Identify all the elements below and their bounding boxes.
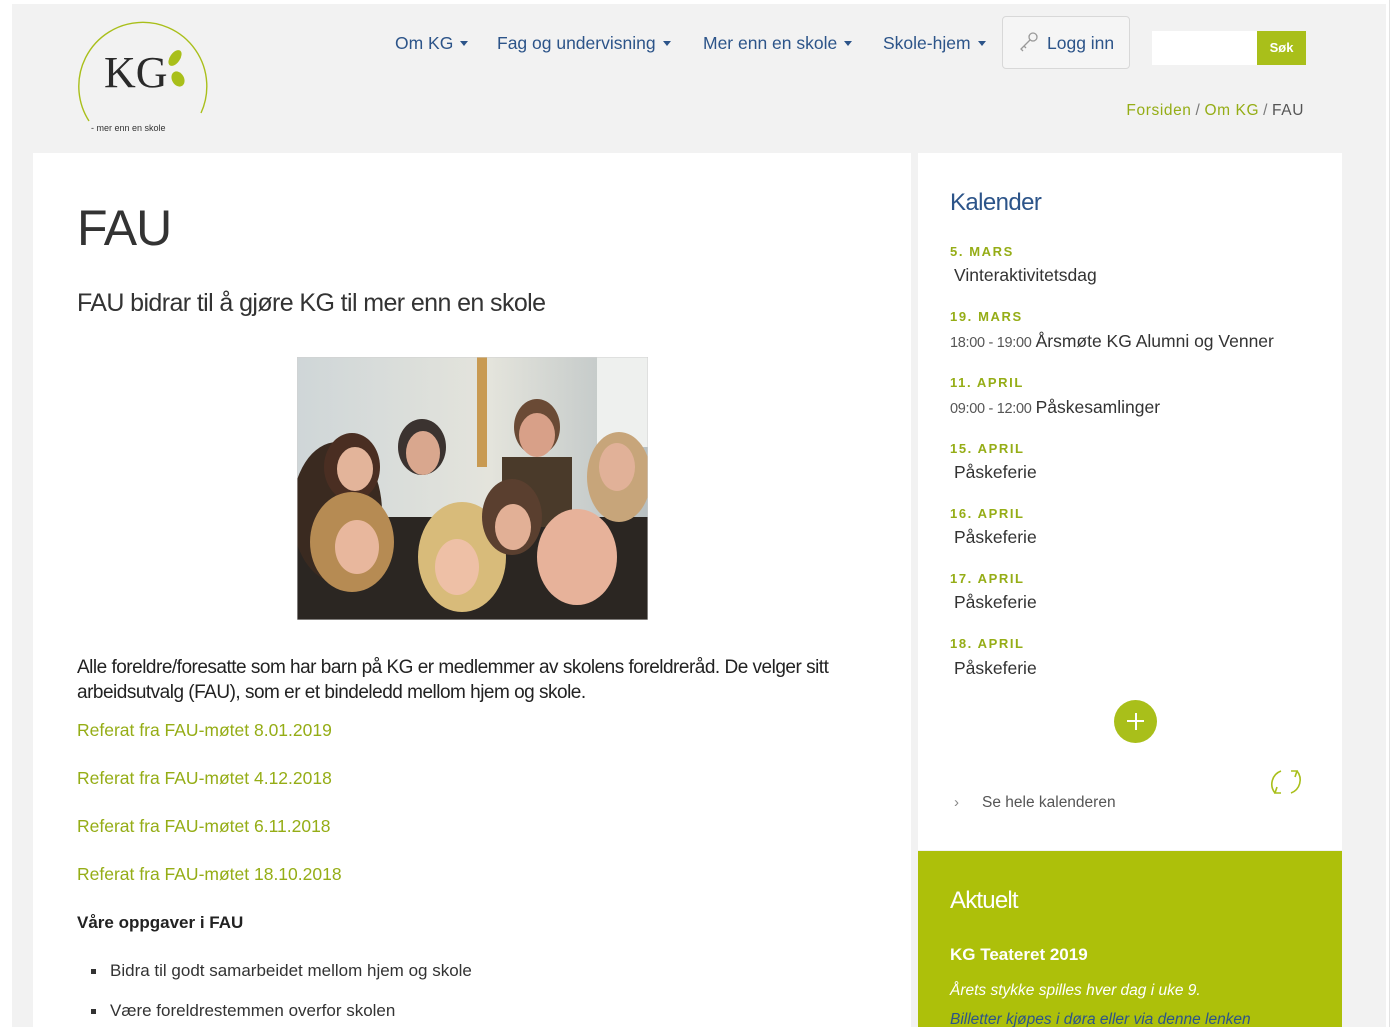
event-date: 16. APRIL: [950, 506, 1025, 521]
event-name: Påskeferie: [954, 462, 1037, 482]
link-referat-2[interactable]: Referat fra FAU-møtet 4.12.2018: [77, 768, 332, 789]
event-name: Påskeferie: [954, 658, 1037, 678]
breadcrumb: Forsiden / Om KG / FAU: [1126, 102, 1304, 120]
page-lead: FAU bidrar til å gjøre KG til mer enn en…: [77, 289, 546, 317]
event-date: 15. APRIL: [950, 441, 1025, 456]
event-name: Vinteraktivitetsdag: [954, 265, 1097, 285]
event-line[interactable]: Vinteraktivitetsdag: [950, 265, 1097, 286]
link-referat-4[interactable]: Referat fra FAU-møtet 18.10.2018: [77, 864, 342, 885]
login-label: Logg inn: [1047, 33, 1115, 53]
event-name: Påskeferie: [954, 527, 1037, 547]
news-link[interactable]: Billetter kjøpes i døra eller via denne …: [950, 1011, 1251, 1027]
calendar-title: Kalender: [950, 189, 1042, 216]
event-name: Påskesamlinger: [1035, 397, 1161, 417]
link-referat-1[interactable]: Referat fra FAU-møtet 8.01.2019: [77, 720, 332, 741]
tasks-heading: Våre oppgaver i FAU: [77, 913, 244, 932]
search-input[interactable]: [1152, 31, 1258, 65]
nav-item-fag-og-undervisning[interactable]: Fag og undervisning: [497, 28, 671, 58]
event-name: Årsmøte KG Alumni og Venner: [1035, 331, 1274, 351]
page-title: FAU: [77, 200, 172, 256]
news-widget: Aktuelt KG Teateret 2019 Årets stykke sp…: [918, 851, 1342, 1027]
caret-down-icon: [844, 40, 853, 46]
caret-down-icon: [977, 40, 986, 46]
list-item: Være foreldrestemmen overfor skolen: [91, 999, 472, 1027]
search-button[interactable]: Søk: [1257, 31, 1306, 65]
news-text: Årets stykke spilles hver dag i uke 9.: [950, 982, 1201, 999]
nav-item-om-kg[interactable]: Om KG: [395, 28, 469, 58]
event-line[interactable]: Påskeferie: [950, 658, 1037, 679]
nav-label: Om KG: [395, 33, 454, 53]
event-date: 11. APRIL: [950, 375, 1024, 390]
plus-icon[interactable]: [1114, 700, 1157, 743]
news-title: Aktuelt: [950, 887, 1019, 914]
logo-tagline: - mer enn en skole: [91, 123, 166, 133]
chevron-right-icon: ›: [954, 794, 959, 811]
breadcrumb-current: FAU: [1272, 102, 1304, 119]
intro-paragraph: Alle foreldre/foresatte som har barn på …: [77, 657, 829, 703]
nav-item-mer-enn-en-skole[interactable]: Mer enn en skole: [703, 28, 853, 58]
list-item: Bidra til godt samarbeidet mellom hjem o…: [91, 959, 472, 999]
key-icon: [1020, 32, 1038, 52]
refresh-icon[interactable]: [1267, 763, 1305, 801]
logo-letter-k: KG: [104, 48, 168, 97]
event-date: 18. APRIL: [950, 636, 1025, 651]
caret-down-icon: [662, 40, 671, 46]
see-all-label: Se hele kalenderen: [982, 794, 1116, 811]
link-referat-3[interactable]: Referat fra FAU-møtet 6.11.2018: [77, 816, 331, 837]
main-content: FAU FAU bidrar til å gjøre KG til mer en…: [33, 153, 911, 1027]
site-logo[interactable]: KG - mer enn en skole: [77, 17, 211, 137]
nav-label: Mer enn en skole: [703, 33, 838, 53]
news-headline[interactable]: KG Teateret 2019: [950, 945, 1088, 965]
nav-label: Fag og undervisning: [497, 33, 656, 53]
event-line[interactable]: Påskeferie: [950, 527, 1037, 548]
scrollbar-track[interactable]: [1386, 0, 1398, 1027]
event-time: 09:00 - 12:00: [950, 401, 1032, 417]
calendar-widget: Kalender 5. MARS Vinteraktivitetsdag 19.…: [918, 153, 1342, 850]
breadcrumb-home[interactable]: Forsiden: [1126, 102, 1191, 119]
nav-label: Skole-hjem: [883, 33, 971, 53]
caret-down-icon: [460, 40, 469, 46]
event-line[interactable]: 09:00 - 12:00 Påskesamlinger: [950, 397, 1160, 418]
see-all-calendar-link[interactable]: › Se hele kalenderen: [954, 794, 1116, 812]
event-name: Påskeferie: [954, 592, 1037, 612]
event-line[interactable]: Påskeferie: [950, 462, 1037, 483]
event-date: 19. MARS: [950, 309, 1023, 324]
event-line[interactable]: Påskeferie: [950, 592, 1037, 613]
event-time: 18:00 - 19:00: [950, 335, 1032, 351]
group-photo: [297, 357, 648, 620]
breadcrumb-section[interactable]: Om KG: [1204, 102, 1259, 119]
nav-item-skole-hjem[interactable]: Skole-hjem: [883, 28, 986, 58]
event-line[interactable]: 18:00 - 19:00 Årsmøte KG Alumni og Venner: [950, 331, 1274, 352]
tasks-list: Bidra til godt samarbeidet mellom hjem o…: [91, 959, 472, 1027]
event-date: 5. MARS: [950, 244, 1014, 259]
breadcrumb-separator: /: [1263, 102, 1269, 119]
event-date: 17. APRIL: [950, 571, 1025, 586]
login-button[interactable]: Logg inn: [1002, 16, 1130, 69]
breadcrumb-separator: /: [1195, 102, 1201, 119]
